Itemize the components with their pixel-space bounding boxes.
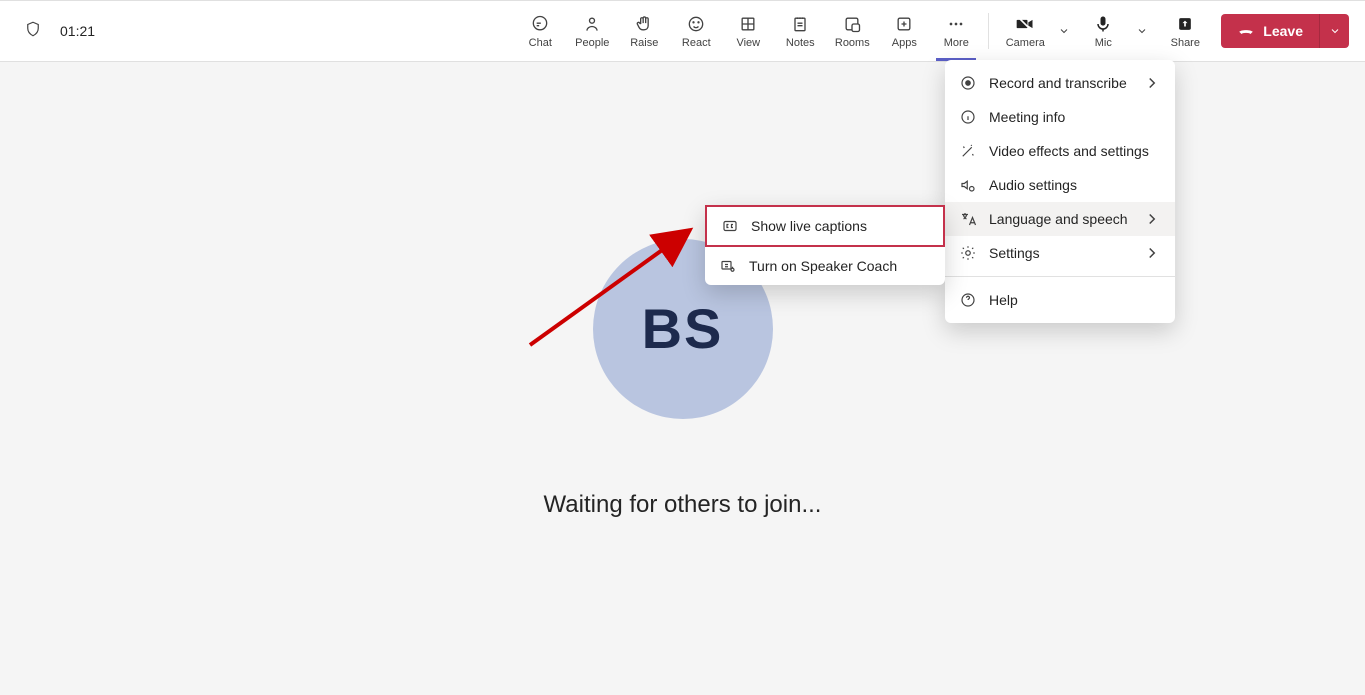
shield-icon	[24, 20, 42, 43]
more-menu: Record and transcribe Meeting info Video…	[945, 60, 1175, 323]
raise-label: Raise	[630, 37, 658, 49]
camera-off-icon	[1015, 14, 1035, 34]
chevron-down-icon	[1058, 25, 1070, 37]
cc-icon	[721, 217, 739, 235]
notes-label: Notes	[786, 37, 815, 49]
chevron-down-icon	[1329, 25, 1341, 37]
chat-button[interactable]: Chat	[514, 1, 566, 61]
menu-audio-label: Audio settings	[989, 177, 1077, 193]
menu-settings-label: Settings	[989, 245, 1040, 261]
chat-label: Chat	[529, 37, 552, 49]
help-icon	[959, 291, 977, 309]
info-icon	[959, 108, 977, 126]
waiting-text: Waiting for others to join...	[544, 491, 822, 519]
react-label: React	[682, 37, 711, 49]
meeting-timer: 01:21	[60, 23, 95, 39]
speaker-coach-label: Turn on Speaker Coach	[749, 258, 897, 274]
people-button[interactable]: People	[566, 1, 618, 61]
gear-icon	[959, 244, 977, 262]
chevron-right-icon	[1143, 210, 1161, 228]
share-label: Share	[1171, 37, 1200, 49]
react-button[interactable]: React	[670, 1, 722, 61]
camera-caret[interactable]	[1053, 1, 1075, 61]
menu-meeting-info[interactable]: Meeting info	[945, 100, 1175, 134]
react-icon	[686, 14, 706, 34]
mic-label: Mic	[1095, 37, 1112, 49]
notes-button[interactable]: Notes	[774, 1, 826, 61]
raise-button[interactable]: Raise	[618, 1, 670, 61]
language-speech-submenu: Show live captions Turn on Speaker Coach	[705, 205, 945, 285]
menu-language-speech[interactable]: Language and speech	[945, 202, 1175, 236]
rooms-button[interactable]: Rooms	[826, 1, 878, 61]
menu-language-label: Language and speech	[989, 211, 1128, 227]
people-label: People	[575, 37, 609, 49]
mic-caret[interactable]	[1131, 1, 1153, 61]
apps-button[interactable]: Apps	[878, 1, 930, 61]
menu-info-label: Meeting info	[989, 109, 1065, 125]
view-icon	[738, 14, 758, 34]
rooms-label: Rooms	[835, 37, 870, 49]
translate-icon	[959, 210, 977, 228]
view-label: View	[736, 37, 760, 49]
menu-divider	[945, 276, 1175, 277]
menu-video-effects[interactable]: Video effects and settings	[945, 134, 1175, 168]
menu-show-live-captions[interactable]: Show live captions	[705, 205, 945, 247]
menu-record-label: Record and transcribe	[989, 75, 1127, 91]
apps-label: Apps	[892, 37, 917, 49]
menu-effects-label: Video effects and settings	[989, 143, 1149, 159]
menu-help-label: Help	[989, 292, 1018, 308]
chevron-down-icon	[1136, 25, 1148, 37]
show-captions-label: Show live captions	[751, 218, 867, 234]
rooms-icon	[842, 14, 862, 34]
view-button[interactable]: View	[722, 1, 774, 61]
menu-audio-settings[interactable]: Audio settings	[945, 168, 1175, 202]
record-icon	[959, 74, 977, 92]
chevron-right-icon	[1143, 244, 1161, 262]
wand-icon	[959, 142, 977, 160]
more-button[interactable]: More	[930, 1, 982, 61]
more-label: More	[944, 37, 969, 49]
share-button[interactable]: Share	[1159, 1, 1211, 61]
menu-help[interactable]: Help	[945, 283, 1175, 317]
leave-label: Leave	[1263, 23, 1303, 39]
chevron-right-icon	[1143, 74, 1161, 92]
leave-button[interactable]: Leave	[1221, 14, 1319, 48]
speaker-gear-icon	[959, 176, 977, 194]
more-icon	[946, 14, 966, 34]
apps-icon	[894, 14, 914, 34]
camera-label: Camera	[1006, 37, 1045, 49]
menu-speaker-coach[interactable]: Turn on Speaker Coach	[705, 247, 945, 285]
menu-settings[interactable]: Settings	[945, 236, 1175, 270]
leave-caret[interactable]	[1319, 14, 1349, 48]
notes-icon	[790, 14, 810, 34]
mic-button[interactable]: Mic	[1079, 1, 1127, 61]
mic-icon	[1093, 14, 1113, 34]
speaker-coach-icon	[719, 257, 737, 275]
menu-record-transcribe[interactable]: Record and transcribe	[945, 66, 1175, 100]
share-icon	[1175, 14, 1195, 34]
camera-button[interactable]: Camera	[1001, 1, 1049, 61]
chat-icon	[530, 14, 550, 34]
people-icon	[582, 14, 602, 34]
avatar-initials: BS	[642, 296, 724, 361]
raise-hand-icon	[634, 14, 654, 34]
hangup-icon	[1237, 22, 1255, 40]
